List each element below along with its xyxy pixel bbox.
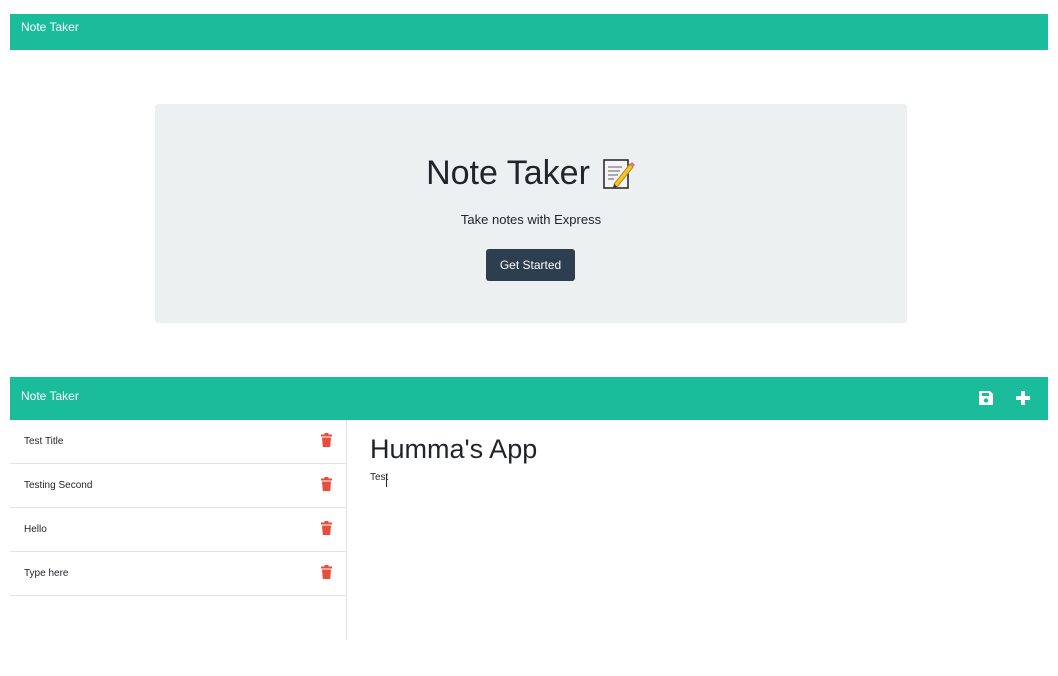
save-icon[interactable] bbox=[978, 390, 994, 406]
navbar-brand[interactable]: Note Taker bbox=[21, 20, 79, 34]
memo-icon bbox=[600, 156, 636, 192]
note-title-label: Testing Second bbox=[24, 480, 93, 491]
app-navbar: Note Taker bbox=[10, 377, 1048, 420]
note-title-label: Hello bbox=[24, 524, 47, 535]
list-item[interactable]: Testing Second bbox=[10, 464, 346, 508]
list-item[interactable]: Hello bbox=[10, 508, 346, 552]
list-item[interactable]: Type here bbox=[10, 552, 346, 596]
trash-icon[interactable] bbox=[321, 433, 332, 447]
note-text-area[interactable]: Test bbox=[370, 472, 1030, 622]
trash-icon[interactable] bbox=[321, 565, 332, 579]
note-title-label: Type here bbox=[24, 568, 69, 579]
text-cursor bbox=[386, 474, 387, 487]
top-navbar: Note Taker bbox=[10, 14, 1048, 50]
note-editor: Test bbox=[347, 420, 1048, 640]
hero-subtitle: Take notes with Express bbox=[460, 212, 602, 227]
get-started-button[interactable]: Get Started bbox=[486, 249, 575, 281]
hero-title: Note Taker bbox=[426, 154, 590, 192]
notes-list: Test Title Testing Second Hello Type her… bbox=[10, 420, 347, 640]
note-title-label: Test Title bbox=[24, 436, 64, 447]
trash-icon[interactable] bbox=[321, 477, 332, 491]
note-title-input[interactable] bbox=[370, 432, 1030, 466]
list-item[interactable]: Test Title bbox=[10, 420, 346, 464]
navbar-brand[interactable]: Note Taker bbox=[21, 389, 79, 403]
hero-jumbotron: Note Taker Take notes with Express Get S… bbox=[155, 104, 907, 323]
trash-icon[interactable] bbox=[321, 521, 332, 535]
hero-title-row: Note Taker bbox=[155, 154, 907, 193]
plus-icon[interactable] bbox=[1014, 389, 1032, 407]
